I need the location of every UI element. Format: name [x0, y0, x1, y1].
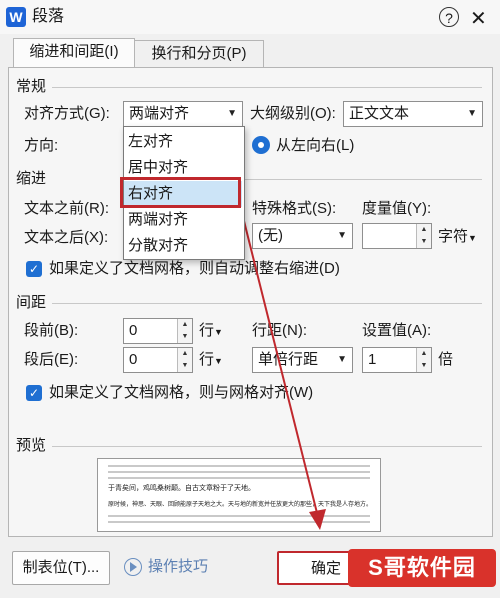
annotation-arrow [239, 204, 326, 530]
annotation-arrow-head [309, 509, 326, 530]
watermark-logo: S哥软件园 [348, 549, 496, 587]
option-justify[interactable]: 两端对齐 [124, 207, 242, 233]
option-distributed[interactable]: 分散对齐 [124, 233, 242, 259]
highlight-box [120, 177, 241, 208]
annotation-arrow-line [239, 204, 319, 518]
option-left[interactable]: 左对齐 [124, 129, 242, 155]
